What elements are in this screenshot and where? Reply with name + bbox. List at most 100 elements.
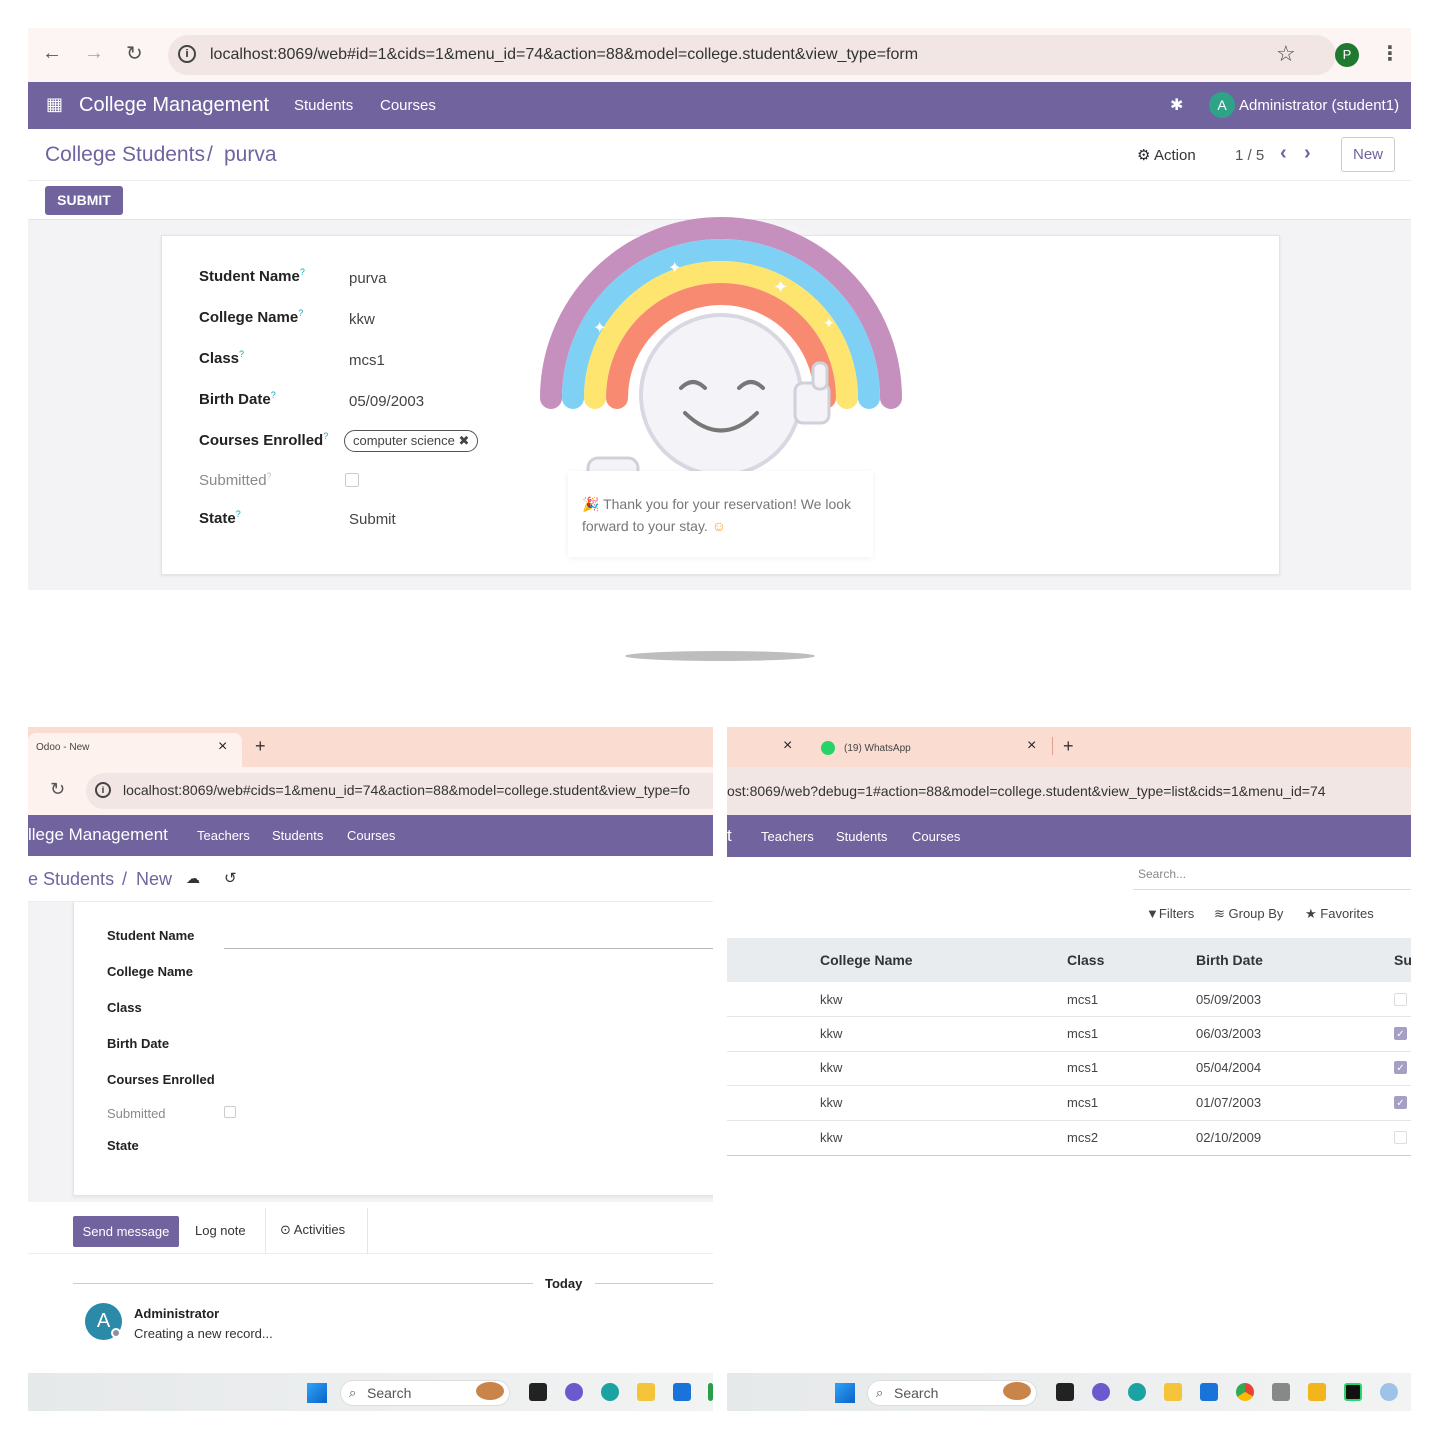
value-state[interactable]: Submit [349,511,396,528]
url-text[interactable]: localhost:8069/web#cids=1&menu_id=74&act… [123,782,690,798]
action-button[interactable]: Action [1154,147,1196,164]
calculator-icon[interactable] [1272,1383,1290,1401]
file-explorer-icon[interactable] [637,1383,655,1401]
group-by-button[interactable]: ≋ Group By [1214,906,1283,922]
app-name[interactable]: t [727,826,732,846]
outlook-icon[interactable] [1200,1383,1218,1401]
send-message-button[interactable]: Send message [73,1216,179,1247]
task-view-icon[interactable] [1056,1383,1074,1401]
student-name-input[interactable] [224,948,713,949]
site-info-icon[interactable]: i [178,45,196,63]
col-submitted[interactable]: Sul [1394,952,1411,968]
windows-start-icon[interactable] [835,1383,855,1403]
address-bar[interactable]: i localhost:8069/web#id=1&cids=1&menu_id… [168,35,1336,75]
col-college-name[interactable]: College Name [820,952,913,968]
new-button[interactable]: New [1341,137,1395,172]
table-row[interactable]: kkw mcs2 02/10/2009 [727,1121,1411,1156]
taskbar-widget-icon[interactable] [1003,1382,1031,1400]
file-explorer-icon[interactable] [1164,1383,1182,1401]
breadcrumb-parent[interactable]: College Students [45,143,205,167]
gear-icon[interactable]: ⚙ [1137,146,1150,164]
windows-start-icon[interactable] [307,1383,327,1403]
task-view-icon[interactable] [529,1383,547,1401]
teams-chat-icon[interactable] [565,1383,583,1401]
menu-teachers[interactable]: Teachers [197,828,250,843]
submitted-checkbox-checked[interactable]: ✓ [1394,1061,1407,1074]
address-bar[interactable]: i localhost:8069/web#cids=1&menu_id=74&a… [86,773,713,809]
menu-courses[interactable]: Courses [912,829,960,844]
col-birth-date[interactable]: Birth Date [1196,952,1263,968]
activities-button[interactable]: ⊙ Activities [280,1222,345,1238]
submitted-checkbox-checked[interactable]: ✓ [1394,1096,1407,1109]
profile-avatar[interactable]: P [1335,43,1359,67]
table-row[interactable]: kkw mcs1 01/07/2003 ✓ [727,1086,1411,1121]
menu-courses[interactable]: Courses [347,828,395,843]
tab-whatsapp[interactable]: (19) WhatsApp × [821,733,1049,767]
menu-courses[interactable]: Courses [380,97,436,114]
table-row[interactable]: kkw mcs1 06/03/2003 ✓ [727,1017,1411,1052]
table-row[interactable]: kkw mcs1 05/09/2003 [727,982,1411,1017]
save-cloud-icon[interactable]: ☁ [186,870,200,887]
date-separator-line [73,1283,533,1284]
menu-teachers[interactable]: Teachers [761,829,814,844]
submit-button[interactable]: SUBMIT [45,186,123,215]
reload-icon[interactable]: ↻ [126,41,143,66]
bookmark-star-icon[interactable]: ☆ [1276,41,1296,67]
reload-icon[interactable]: ↻ [50,779,65,800]
debug-bug-icon[interactable]: ✱ [1170,95,1183,115]
taskbar-widget-icon[interactable] [476,1382,504,1400]
value-birth-date[interactable]: 05/09/2003 [349,393,424,410]
filters-button[interactable]: ▼Filters [1146,906,1194,921]
app-name[interactable]: llege Management [28,825,168,845]
tab-close-icon[interactable]: × [1027,737,1036,755]
teams-chat-icon[interactable] [1092,1383,1110,1401]
url-text[interactable]: ost:8069/web?debug=1#action=88&model=col… [727,783,1326,799]
course-tag[interactable]: computer science ✖ [344,430,479,452]
discard-undo-icon[interactable]: ↺ [224,869,237,887]
value-college-name[interactable]: kkw [349,311,375,328]
pycharm-icon[interactable] [1344,1383,1362,1401]
menu-students[interactable]: Students [836,829,887,844]
log-note-button[interactable]: Log note [195,1223,246,1238]
edge-browser-icon[interactable] [601,1383,619,1401]
breadcrumb-parent[interactable]: e Students [28,869,114,890]
pager-value[interactable]: 1 / 5 [1235,147,1264,164]
submitted-checkbox[interactable] [1394,993,1407,1006]
magnifier-icon[interactable] [1380,1383,1398,1401]
address-bar[interactable]: ost:8069/web?debug=1#action=88&model=col… [727,767,1411,815]
submitted-checkbox[interactable] [345,473,359,487]
new-tab-icon[interactable]: + [1063,736,1074,757]
tab-close-icon[interactable]: × [218,738,227,756]
submitted-checkbox-checked[interactable]: ✓ [1394,1027,1407,1040]
menu-students[interactable]: Students [272,828,323,843]
pager-next-icon[interactable]: › [1304,142,1311,165]
user-avatar[interactable]: A [1209,92,1235,118]
chrome-icon[interactable] [1236,1383,1254,1401]
favorites-button[interactable]: ★ Favorites [1305,906,1374,922]
search-input[interactable]: Search... [1133,862,1411,890]
tag-remove-icon[interactable]: ✖ [459,433,470,448]
outlook-icon[interactable] [673,1383,691,1401]
user-name[interactable]: Administrator (student1) [1239,97,1399,114]
site-info-icon[interactable]: i [95,782,111,798]
sticky-notes-icon[interactable] [1308,1383,1326,1401]
pager-prev-icon[interactable]: ‹ [1280,142,1287,165]
url-text[interactable]: localhost:8069/web#id=1&cids=1&menu_id=7… [210,46,918,64]
forward-arrow-icon[interactable]: → [84,42,104,65]
edge-browser-icon[interactable] [1128,1383,1146,1401]
tab-odoo-new[interactable]: Odoo - New × [28,733,242,767]
new-tab-icon[interactable]: + [255,736,266,757]
app-name[interactable]: College Management [79,94,269,117]
submitted-checkbox[interactable] [1394,1131,1407,1144]
value-class[interactable]: mcs1 [349,352,385,369]
back-arrow-icon[interactable]: ← [42,42,62,65]
value-student-name[interactable]: purva [349,270,387,287]
browser-menu-icon[interactable]: ⋮ [1380,41,1400,66]
submitted-checkbox[interactable] [224,1106,236,1118]
taskbar-app-icon[interactable] [708,1383,713,1401]
apps-grid-icon[interactable]: ▦ [46,94,63,115]
table-row[interactable]: kkw mcs1 05/04/2004 ✓ [727,1052,1411,1086]
col-class[interactable]: Class [1067,952,1104,968]
menu-students[interactable]: Students [294,97,353,114]
tab-close-icon[interactable]: × [783,737,792,755]
